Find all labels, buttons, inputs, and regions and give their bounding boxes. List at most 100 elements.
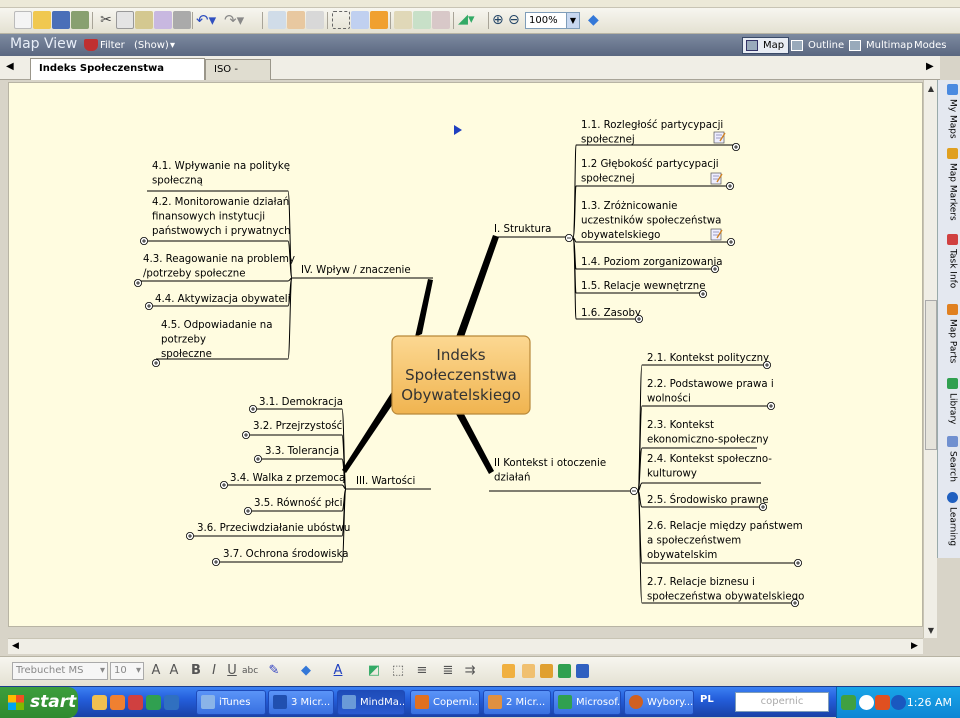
branch-title-kontekst[interactable]: działań <box>494 472 530 484</box>
subtopic-1[interactable]: społecznej <box>581 135 635 146</box>
font-color-icon[interactable]: A <box>330 662 346 680</box>
subtopic-2[interactable]: społecznej <box>581 174 635 185</box>
expand-icon[interactable] <box>699 289 708 298</box>
filter-button[interactable]: Filter <box>100 38 125 53</box>
branch-title-wartosci[interactable]: III. Wartości <box>356 475 415 487</box>
scroll-right-icon[interactable]: ▶ <box>908 640 921 653</box>
chevron-down-icon[interactable]: ▼ <box>566 13 579 28</box>
task-copernic[interactable]: Coperni... <box>410 690 480 715</box>
subtopic-2[interactable]: wolności <box>647 393 691 405</box>
expand-icon[interactable] <box>711 264 720 273</box>
save-icon[interactable] <box>52 11 70 29</box>
collapse-icon[interactable] <box>565 233 574 242</box>
format-topic-icon[interactable]: ◩ <box>366 662 382 680</box>
expand-icon[interactable] <box>248 404 257 413</box>
subtopic-6[interactable]: obywatelskim <box>647 550 717 561</box>
paste-icon[interactable] <box>135 11 153 29</box>
vertical-scrollbar[interactable]: ▲ ▼ <box>923 80 937 638</box>
multimap-mode-button[interactable]: Multimap <box>845 37 918 54</box>
subtopic-3[interactable]: ekonomiczno-społeczny <box>647 435 769 446</box>
firefox-icon[interactable] <box>110 695 125 710</box>
subtopic-4[interactable]: 2.4. Kontekst społeczno- <box>647 454 772 465</box>
map-canvas[interactable]: Indeks Społeczenstwa Obywatelskiego I. Str… <box>8 82 923 627</box>
subtopic-5[interactable]: społeczne <box>161 349 212 360</box>
task-word-3[interactable]: 3 Micr... <box>268 690 334 715</box>
flag-icon[interactable] <box>540 664 553 678</box>
zoom-out-icon[interactable]: ⊖ <box>508 11 526 29</box>
excel-icon[interactable] <box>558 664 571 678</box>
search-tab[interactable]: Search <box>940 436 958 482</box>
task-excel[interactable]: Microsof... <box>553 690 621 715</box>
library-tab[interactable]: Library <box>940 378 958 424</box>
font-family-select[interactable]: Trebuchet MS ▾ <box>12 662 108 680</box>
new-icon[interactable] <box>14 11 32 29</box>
map-markers-tab[interactable]: Map Markers <box>940 148 958 221</box>
subtopic-4[interactable]: 3.4. Walka z przemocą <box>230 473 345 484</box>
print-icon[interactable] <box>71 11 89 29</box>
insert-subtopic-icon[interactable] <box>287 11 305 29</box>
format-painter-icon[interactable] <box>154 11 172 29</box>
expand-icon[interactable] <box>243 506 252 515</box>
branch-title-wplyw[interactable]: IV. Wpływ / znaczenie <box>301 265 411 276</box>
tab-iso-2005[interactable]: ISO - 2005 <box>205 59 271 94</box>
zoom-select[interactable]: 100% ▼ <box>525 12 580 29</box>
ie-icon[interactable] <box>164 695 179 710</box>
callout-icon[interactable] <box>306 11 324 29</box>
marker-icon[interactable] <box>370 11 388 29</box>
map-mode-button[interactable]: Map <box>742 37 790 54</box>
quick-launch-icon[interactable] <box>128 695 143 710</box>
strikethrough-icon[interactable]: abc <box>242 662 258 680</box>
expand-icon[interactable] <box>726 181 735 190</box>
task-wybory[interactable]: Wybory.... <box>624 690 694 715</box>
tab-scroll-left-icon[interactable]: ◀ <box>6 61 14 72</box>
clipboard-icon[interactable] <box>173 11 191 29</box>
expand-icon[interactable] <box>144 301 153 310</box>
start-button[interactable]: start <box>0 687 78 718</box>
undo-icon[interactable]: ↶▾ <box>196 11 220 29</box>
tray-icon[interactable] <box>859 695 874 710</box>
collapse-icon[interactable] <box>630 486 639 495</box>
note-icon[interactable] <box>710 228 723 241</box>
branch-title-struktura[interactable]: I. Struktura <box>494 224 551 235</box>
expand-icon[interactable] <box>763 360 772 369</box>
expand-icon[interactable] <box>727 237 736 246</box>
subtopic-3[interactable]: 3.3. Tolerancja <box>265 446 339 457</box>
subtopic-3[interactable]: 2.3. Kontekst <box>647 420 714 431</box>
topic-shape-icon[interactable]: ⬚ <box>390 662 406 680</box>
note-icon[interactable] <box>710 172 723 185</box>
scroll-up-icon[interactable]: ▲ <box>925 82 937 95</box>
expand-icon[interactable] <box>219 480 228 489</box>
subtopic-2[interactable]: 4.2. Monitorowanie działań <box>152 196 289 208</box>
align-icon[interactable]: ≡ <box>414 662 430 680</box>
subtopic-3[interactable]: 4.3. Reagowanie na problemy <box>143 254 295 265</box>
notes-icon[interactable] <box>394 11 412 29</box>
scroll-down-icon[interactable]: ▼ <box>925 624 937 637</box>
shrink-font-icon[interactable]: A <box>166 662 182 680</box>
subtopic-4[interactable]: 4.4. Aktywizacja obywateli <box>155 294 290 305</box>
subtopic-3[interactable]: uczestników społeczeństwa <box>581 215 721 227</box>
map-parts-tab[interactable]: Map Parts <box>940 304 958 363</box>
subtopic-2[interactable]: 2.2. Podstawowe prawa i <box>647 379 774 390</box>
subtopic-1[interactable]: 3.1. Demokracja <box>259 397 343 408</box>
subtopic-1[interactable]: społeczną <box>152 176 203 187</box>
boundary-icon[interactable] <box>332 11 350 29</box>
cut-icon[interactable]: ✂ <box>97 11 115 29</box>
language-indicator[interactable]: PL <box>700 694 714 705</box>
horizontal-scrollbar[interactable]: ◀ ▶ <box>8 638 923 654</box>
learning-tab[interactable]: Learning <box>940 492 958 546</box>
italic-icon[interactable]: I <box>206 662 222 680</box>
expand-icon[interactable] <box>211 558 220 567</box>
tray-icon[interactable] <box>841 695 856 710</box>
expand-icon[interactable] <box>767 401 776 410</box>
subtopic-5[interactable]: 3.5. Równość płci <box>254 497 343 509</box>
attachment-icon[interactable] <box>432 11 450 29</box>
copernic-search-input[interactable]: copernic <box>735 692 829 712</box>
font-size-select[interactable]: 10 ▾ <box>110 662 144 680</box>
expand-icon[interactable] <box>151 358 160 367</box>
grow-font-icon[interactable]: A <box>148 662 164 680</box>
subtopic-2[interactable]: 1.2 Głębokość partycypacji <box>581 158 719 170</box>
tray-icon[interactable] <box>875 695 890 710</box>
expand-icon[interactable] <box>635 314 644 323</box>
subtopic-3[interactable]: 1.3. Zróżnicowanie <box>581 200 677 212</box>
subtopic-6[interactable]: 3.6. Przeciwdziałanie ubóstwu <box>197 522 350 534</box>
